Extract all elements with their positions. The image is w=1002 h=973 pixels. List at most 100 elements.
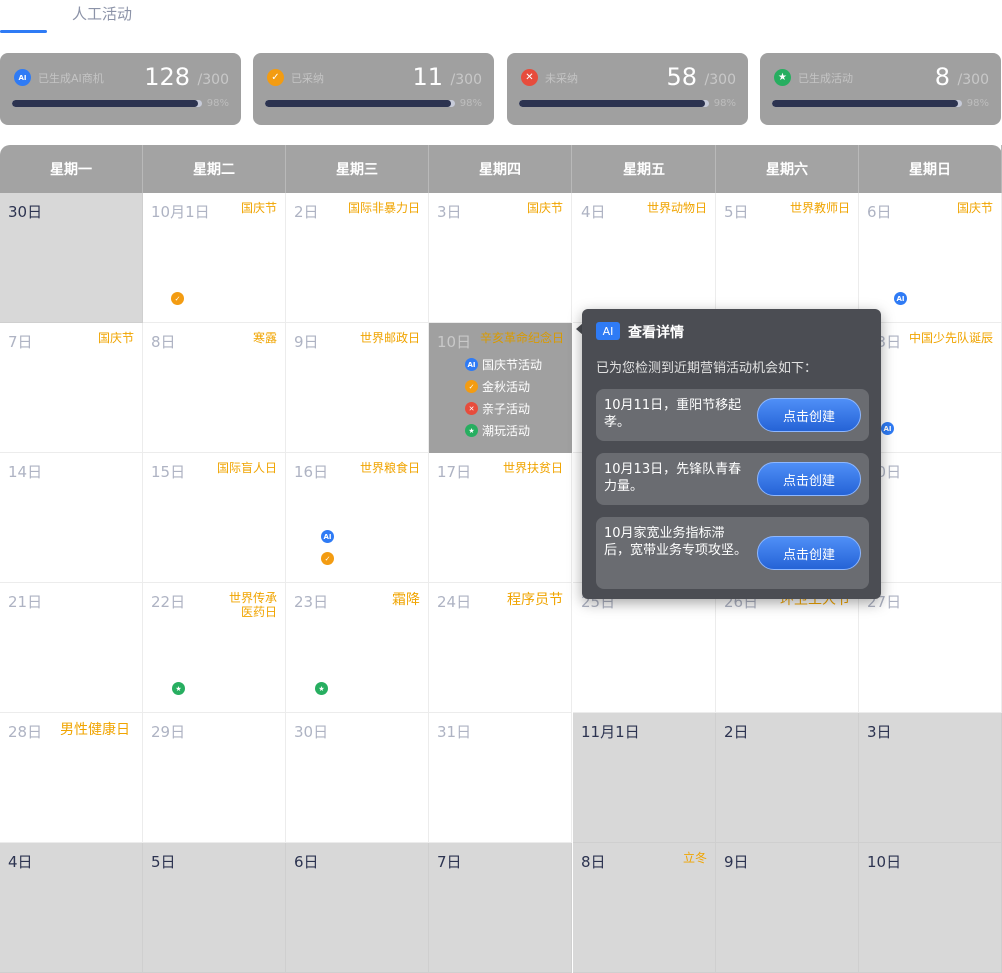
day-number: 9日	[724, 853, 749, 871]
calendar-day-cell[interactable]: 31日	[429, 713, 572, 843]
day-number: 7日	[437, 853, 462, 871]
calendar-day-cell[interactable]: 2日 国际非暴力日	[286, 193, 429, 323]
weekday-header: 星期一	[0, 145, 143, 193]
legend-item-label: 金秋活动	[482, 380, 531, 394]
calendar-day-cell[interactable]: 26日 环卫工人节	[716, 583, 859, 713]
opportunity-card: 10月13日，先锋队青春力量。 点击创建	[596, 453, 869, 505]
calendar-day-cell[interactable]: 7日 国庆节	[0, 323, 143, 453]
x-icon: ✕	[521, 69, 538, 86]
calendar-day-cell[interactable]: 6日	[286, 843, 429, 973]
weekday-header: 星期二	[143, 145, 286, 193]
day-number: 6日	[867, 203, 892, 221]
legend-item-label: 国庆节活动	[482, 358, 543, 372]
calendar-day-cell[interactable]: 17日 世界扶贫日	[429, 453, 572, 583]
calendar-day-cell[interactable]: 23日 霜降	[286, 583, 429, 713]
day-number: 31日	[437, 723, 472, 741]
day-number: 30日	[294, 723, 329, 741]
calendar-day-cell[interactable]: 4日 世界动物日	[573, 193, 716, 323]
calendar-day-cell[interactable]: 9日	[716, 843, 859, 973]
day-number: 6日	[294, 853, 319, 871]
calendar-day-cell[interactable]: 2日	[716, 713, 859, 843]
calendar-day-cell[interactable]: 10日	[859, 843, 1002, 973]
check-icon[interactable]: ✓	[171, 292, 184, 305]
check-icon: ✓	[465, 380, 478, 393]
calendar-day-cell[interactable]: 28日 男性健康日	[0, 713, 143, 843]
day-number: 8日	[151, 333, 176, 351]
star-icon[interactable]: ★	[315, 682, 328, 695]
ai-icon[interactable]: AI	[894, 292, 907, 305]
calendar-day-cell[interactable]: 10月1日 国庆节	[143, 193, 286, 323]
holiday-label: 世界传承 医药日	[228, 591, 277, 619]
day-number: 16日	[294, 463, 329, 481]
calendar-day-cell[interactable]: 16日 世界粮食日	[286, 453, 429, 583]
calendar-day-cell[interactable]: 25日	[573, 583, 716, 713]
progress-fill	[519, 100, 706, 107]
calendar-day-cell[interactable]: 8日 立冬	[573, 843, 716, 973]
progress-bar	[519, 100, 709, 107]
legend-item[interactable]: ★ 潮玩活动	[465, 422, 530, 439]
holiday-label: 世界教师日	[789, 201, 850, 215]
weekday-header: 星期五	[573, 145, 716, 193]
calendar-day-cell[interactable]: 15日 国际盲人日	[143, 453, 286, 583]
create-button[interactable]: 点击创建	[757, 398, 861, 432]
check-icon[interactable]: ✓	[321, 552, 334, 565]
holiday-label: 男性健康日	[60, 722, 130, 738]
stat-card: AI 已生成AI商机 128/300 98%	[0, 53, 241, 125]
legend-item[interactable]: AI 国庆节活动	[465, 356, 542, 373]
calendar-day-cell[interactable]: 14日	[0, 453, 143, 583]
opportunity-text: 10月家宽业务指标滞后，宽带业务专项攻坚。	[604, 526, 748, 558]
calendar-day-cell[interactable]: 3日	[859, 713, 1002, 843]
calendar-day-cell[interactable]: 30日	[286, 713, 429, 843]
calendar-day-cell[interactable]: 4日	[0, 843, 143, 973]
star-icon[interactable]: ★	[172, 682, 185, 695]
day-number: 29日	[151, 723, 186, 741]
progress-bar	[12, 100, 202, 107]
legend-item-label: 潮玩活动	[482, 424, 531, 438]
calendar-day-cell[interactable]: 27日	[859, 583, 1002, 713]
progress-percent: 98%	[713, 98, 736, 109]
day-number: 5日	[724, 203, 749, 221]
calendar-day-cell[interactable]: 3日 国庆节	[429, 193, 572, 323]
legend-holiday-label: 辛亥革命纪念日	[479, 331, 564, 345]
opportunity-card: 10月11日，重阳节移起孝。 点击创建	[596, 389, 869, 441]
calendar-day-cell[interactable]: 9日 世界邮政日	[286, 323, 429, 453]
holiday-label: 国际盲人日	[216, 461, 277, 475]
progress-fill	[265, 100, 452, 107]
ai-icon[interactable]: AI	[321, 530, 334, 543]
stat-value: 58	[666, 63, 697, 91]
day-number: 24日	[437, 593, 472, 611]
legend-item[interactable]: ✕ 亲子活动	[465, 400, 530, 417]
progress-fill	[772, 100, 959, 107]
opportunity-card: 10月家宽业务指标滞后，宽带业务专项攻坚。 点击创建	[596, 517, 869, 589]
ai-icon: AI	[14, 69, 31, 86]
calendar-day-cell[interactable]: 6日 国庆节	[859, 193, 1002, 323]
calendar-day-cell[interactable]: 7日	[429, 843, 572, 973]
legend-item-label: 亲子活动	[482, 402, 531, 416]
create-button[interactable]: 点击创建	[757, 536, 861, 570]
progress-bar	[772, 100, 962, 107]
calendar-day-cell[interactable]: 5日	[143, 843, 286, 973]
detail-title: 查看详情	[628, 325, 684, 341]
day-number: 15日	[151, 463, 186, 481]
tab-manual-activity[interactable]: 人工活动	[72, 3, 132, 24]
stat-label: 已生成活动	[798, 72, 853, 85]
legend-item[interactable]: ✓ 金秋活动	[465, 378, 530, 395]
opportunity-text: 10月13日，先锋队青春力量。	[604, 462, 742, 494]
day-number: 11月1日	[581, 723, 640, 741]
calendar-day-cell[interactable]: 24日 程序员节	[429, 583, 572, 713]
create-button[interactable]: 点击创建	[757, 462, 861, 496]
calendar-day-cell[interactable]: 11月1日	[573, 713, 716, 843]
calendar-day-cell[interactable]: 21日	[0, 583, 143, 713]
calendar-day-cell[interactable]: 8日 寒露	[143, 323, 286, 453]
calendar-day-cell[interactable]: 5日 世界教师日	[716, 193, 859, 323]
calendar-day-cell[interactable]: 30日	[0, 193, 143, 323]
tab-active-indicator[interactable]	[0, 30, 47, 33]
calendar-day-cell[interactable]: 22日 世界传承 医药日	[143, 583, 286, 713]
day-number: 10日	[867, 853, 902, 871]
holiday-label: 国庆节	[240, 201, 277, 215]
star-icon: ★	[465, 424, 478, 437]
detail-subtitle: 已为您检测到近期营销活动机会如下：	[596, 361, 818, 376]
holiday-label: 国庆节	[97, 331, 134, 345]
ai-icon[interactable]: AI	[881, 422, 894, 435]
calendar-day-cell[interactable]: 29日	[143, 713, 286, 843]
